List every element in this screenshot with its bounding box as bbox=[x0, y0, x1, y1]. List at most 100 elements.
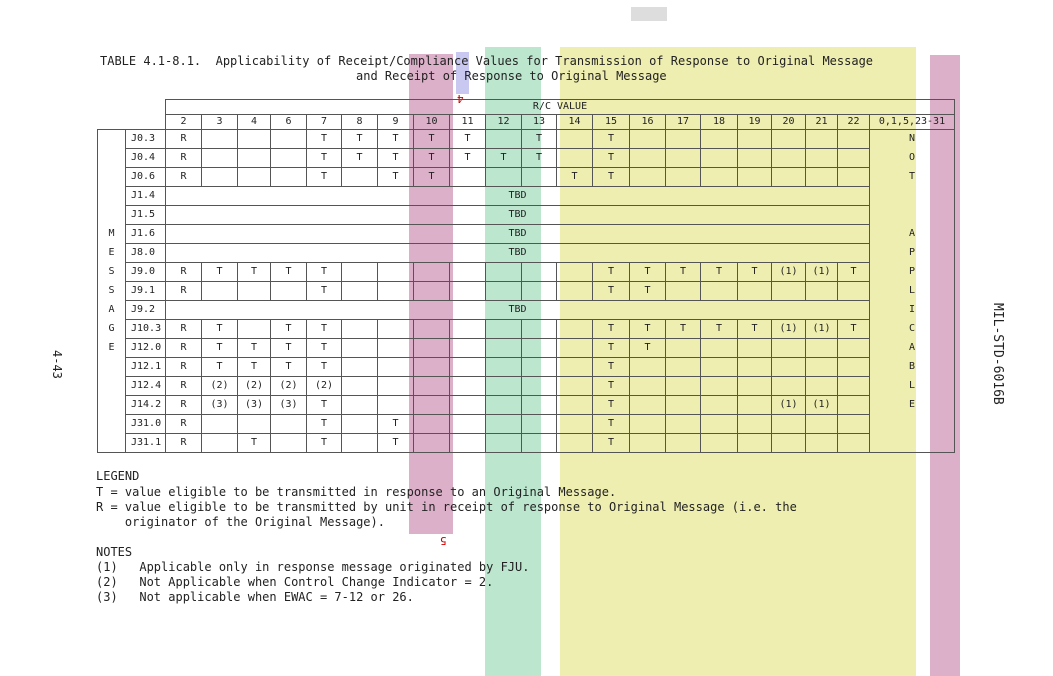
message-id: J1.4 bbox=[125, 186, 166, 206]
value-cell bbox=[556, 262, 593, 282]
document-id: MIL-STD-6016B bbox=[990, 303, 1005, 405]
value-cell: T bbox=[413, 129, 450, 149]
value-cell bbox=[629, 376, 666, 396]
tbd-cell: TBD bbox=[165, 224, 870, 244]
column-header: 19 bbox=[737, 114, 772, 130]
column-header: 3 bbox=[201, 114, 238, 130]
value-cell: T bbox=[377, 148, 414, 168]
tbd-cell: TBD bbox=[165, 300, 870, 320]
value-cell: (1) bbox=[805, 319, 838, 339]
value-cell: (3) bbox=[270, 395, 307, 415]
value-cell bbox=[413, 262, 450, 282]
value-cell bbox=[521, 357, 557, 377]
table-row: S J9.0 R T T T T T T T T T (1) (1) T P bbox=[97, 262, 955, 282]
value-cell bbox=[449, 433, 486, 453]
value-cell: T bbox=[306, 148, 342, 168]
value-cell bbox=[665, 357, 701, 377]
value-cell bbox=[837, 281, 870, 301]
marker-5: 5 bbox=[440, 534, 447, 547]
value-cell: (2) bbox=[270, 376, 307, 396]
column-header: 2 bbox=[165, 114, 202, 130]
value-cell bbox=[556, 281, 593, 301]
value-cell: T bbox=[665, 319, 701, 339]
tbd-cell: TBD bbox=[165, 186, 870, 206]
value-cell bbox=[837, 414, 870, 434]
value-cell bbox=[771, 357, 806, 377]
message-id: J10.3 bbox=[125, 319, 166, 339]
value-cell: T bbox=[592, 148, 630, 168]
value-cell: (2) bbox=[201, 376, 238, 396]
value-cell: T bbox=[700, 262, 738, 282]
value-cell bbox=[737, 281, 772, 301]
column-header: 6 bbox=[270, 114, 307, 130]
value-cell: (1) bbox=[805, 262, 838, 282]
value-cell: T bbox=[237, 433, 271, 453]
value-cell: T bbox=[521, 148, 557, 168]
column-header: 17 bbox=[665, 114, 701, 130]
not-applicable-cell: N bbox=[869, 129, 955, 149]
value-cell: T bbox=[306, 319, 342, 339]
value-cell: T bbox=[592, 433, 630, 453]
value-cell bbox=[771, 281, 806, 301]
value-cell: T bbox=[237, 357, 271, 377]
value-cell bbox=[556, 148, 593, 168]
table-row: E J8.0 TBD P bbox=[97, 243, 955, 263]
value-cell bbox=[341, 376, 378, 396]
message-id: J9.1 bbox=[125, 281, 166, 301]
value-cell bbox=[771, 338, 806, 358]
message-id: J14.2 bbox=[125, 395, 166, 415]
value-cell bbox=[665, 281, 701, 301]
value-cell: T bbox=[270, 357, 307, 377]
value-cell bbox=[805, 148, 838, 168]
value-cell: T bbox=[341, 148, 378, 168]
message-label-cell bbox=[97, 186, 126, 206]
not-applicable-cell: A bbox=[869, 224, 955, 244]
value-cell bbox=[837, 148, 870, 168]
value-cell: T bbox=[449, 148, 486, 168]
value-cell bbox=[629, 148, 666, 168]
message-label-cell: E bbox=[97, 338, 126, 358]
table-row: M J1.6 TBD A bbox=[97, 224, 955, 244]
value-cell: T bbox=[737, 319, 772, 339]
value-cell bbox=[449, 262, 486, 282]
value-cell bbox=[805, 281, 838, 301]
value-cell: T bbox=[201, 357, 238, 377]
table-row: J1.4 TBD bbox=[97, 186, 955, 206]
message-id: J8.0 bbox=[125, 243, 166, 263]
table-row: J31.1 R T T T T bbox=[97, 433, 955, 453]
value-cell: T bbox=[629, 338, 666, 358]
value-cell bbox=[665, 129, 701, 149]
value-cell: T bbox=[237, 338, 271, 358]
value-cell bbox=[737, 338, 772, 358]
value-cell bbox=[413, 357, 450, 377]
value-cell: (1) bbox=[771, 262, 806, 282]
not-applicable-cell: T bbox=[869, 167, 955, 187]
column-header: 8 bbox=[341, 114, 378, 130]
not-applicable-cell: P bbox=[869, 262, 955, 282]
value-cell: T bbox=[592, 338, 630, 358]
value-cell: T bbox=[377, 129, 414, 149]
message-id: J0.6 bbox=[125, 167, 166, 187]
value-cell: R bbox=[165, 167, 202, 187]
value-cell: T bbox=[306, 395, 342, 415]
column-header: 9 bbox=[377, 114, 414, 130]
value-cell bbox=[771, 376, 806, 396]
not-applicable-cell bbox=[869, 205, 955, 225]
value-cell bbox=[837, 338, 870, 358]
column-header: 11 bbox=[449, 114, 486, 130]
value-cell: T bbox=[306, 167, 342, 187]
value-cell: T bbox=[592, 167, 630, 187]
message-id: J12.1 bbox=[125, 357, 166, 377]
not-applicable-cell: L bbox=[869, 376, 955, 396]
message-label-cell bbox=[97, 167, 126, 187]
value-cell: R bbox=[165, 338, 202, 358]
value-cell bbox=[341, 262, 378, 282]
value-cell bbox=[449, 319, 486, 339]
value-cell: T bbox=[592, 395, 630, 415]
not-applicable-cell: B bbox=[869, 357, 955, 377]
value-cell: T bbox=[592, 357, 630, 377]
value-cell: T bbox=[306, 281, 342, 301]
value-cell bbox=[837, 376, 870, 396]
value-cell: T bbox=[485, 148, 522, 168]
note-3: (3) Not applicable when EWAC = 7-12 or 2… bbox=[96, 590, 414, 604]
